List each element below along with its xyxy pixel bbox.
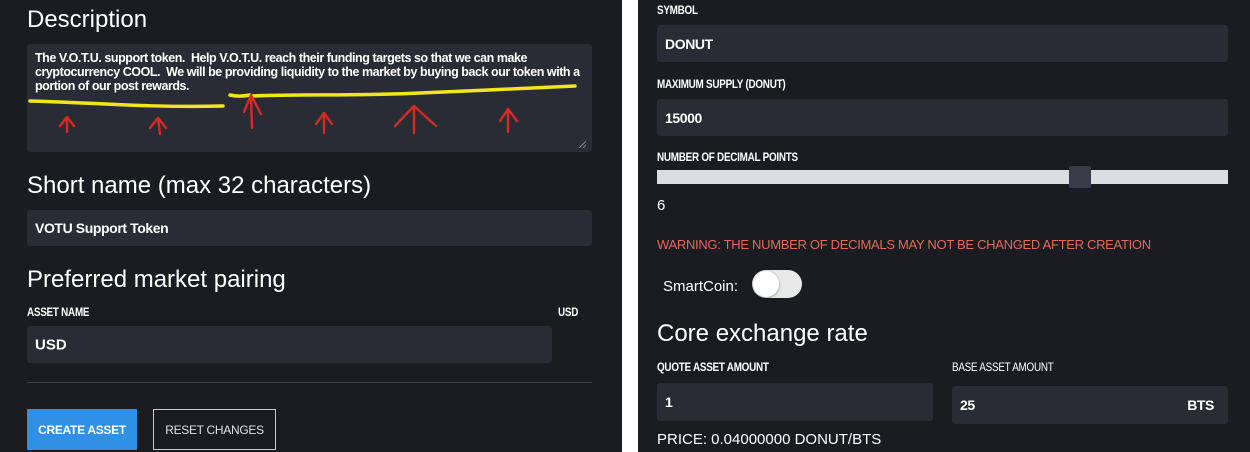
create-asset-button[interactable]: CREATE ASSET bbox=[27, 409, 137, 450]
short-name-value: VOTU Support Token bbox=[35, 220, 169, 236]
quote-amount-label: QUOTE ASSET AMOUNT bbox=[657, 362, 769, 374]
core-exchange-heading: Core exchange rate bbox=[657, 320, 868, 347]
short-name-field[interactable]: VOTU Support Token bbox=[27, 210, 592, 246]
left-panel: Description Short name (max 32 character… bbox=[0, 0, 622, 452]
decimals-value: 6 bbox=[657, 197, 666, 214]
divider bbox=[27, 382, 592, 383]
decimals-slider[interactable] bbox=[657, 166, 1228, 188]
reset-changes-button[interactable]: RESET CHANGES bbox=[153, 409, 276, 450]
quote-amount-field[interactable]: 1 bbox=[657, 383, 933, 421]
symbol-value: DONUT bbox=[665, 35, 713, 52]
asset-name-label: ASSET NAME bbox=[27, 307, 90, 319]
smartcoin-label: SmartCoin: bbox=[663, 278, 739, 295]
right-panel: SYMBOL DONUT MAXIMUM SUPPLY (DONUT) 1500… bbox=[638, 0, 1250, 452]
short-name-heading: Short name (max 32 characters) bbox=[27, 172, 372, 199]
arrow-annotation bbox=[58, 93, 519, 136]
toggle-knob bbox=[753, 271, 779, 297]
base-amount-unit: BTS bbox=[1187, 397, 1214, 413]
quote-amount-value: 1 bbox=[665, 394, 673, 410]
market-pairing-heading: Preferred market pairing bbox=[27, 266, 286, 293]
asset-name-field[interactable]: USD bbox=[27, 326, 552, 363]
max-supply-value: 15000 bbox=[665, 109, 702, 126]
smartcoin-toggle[interactable] bbox=[752, 270, 802, 298]
asset-name-value: USD bbox=[35, 336, 67, 353]
base-amount-field[interactable]: 25 BTS bbox=[952, 386, 1228, 424]
price-text: PRICE: 0.04000000 DONUT/BTS bbox=[657, 431, 882, 448]
max-supply-label: MAXIMUM SUPPLY (DONUT) bbox=[657, 79, 786, 91]
symbol-field[interactable]: DONUT bbox=[657, 25, 1228, 62]
slider-thumb[interactable] bbox=[1069, 166, 1091, 188]
asset-name-suffix: USD bbox=[558, 307, 579, 319]
symbol-label: SYMBOL bbox=[657, 5, 698, 17]
highlight-annotation bbox=[28, 84, 577, 109]
base-amount-value: 25 bbox=[960, 397, 975, 413]
decimals-warning: WARNING: THE NUMBER OF DECIMALS MAY NOT … bbox=[657, 237, 1151, 252]
decimals-label: NUMBER OF DECIMAL POINTS bbox=[657, 152, 798, 164]
max-supply-field[interactable]: 15000 bbox=[657, 99, 1228, 136]
base-amount-label: BASE ASSET AMOUNT bbox=[952, 362, 1054, 374]
annotation-overlay bbox=[28, 84, 577, 136]
